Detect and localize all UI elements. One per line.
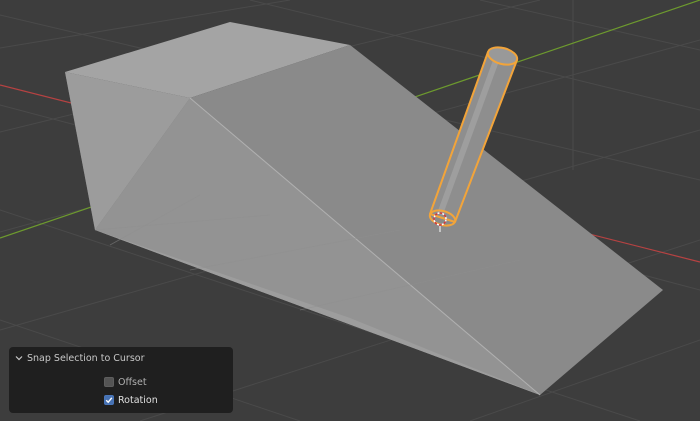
panel-header[interactable]: Snap Selection to Cursor	[15, 351, 145, 365]
rotation-checkbox[interactable]	[104, 395, 114, 405]
panel-title: Snap Selection to Cursor	[27, 352, 145, 364]
offset-label: Offset	[118, 376, 147, 388]
checkmark-icon	[105, 397, 113, 404]
rotation-label: Rotation	[118, 394, 158, 406]
redo-last-panel: Snap Selection to Cursor Offset Rotation	[9, 347, 233, 413]
offset-checkbox[interactable]	[104, 377, 114, 387]
offset-option[interactable]: Offset	[104, 375, 147, 389]
chevron-down-icon[interactable]	[15, 354, 23, 362]
rotation-option[interactable]: Rotation	[104, 393, 158, 407]
